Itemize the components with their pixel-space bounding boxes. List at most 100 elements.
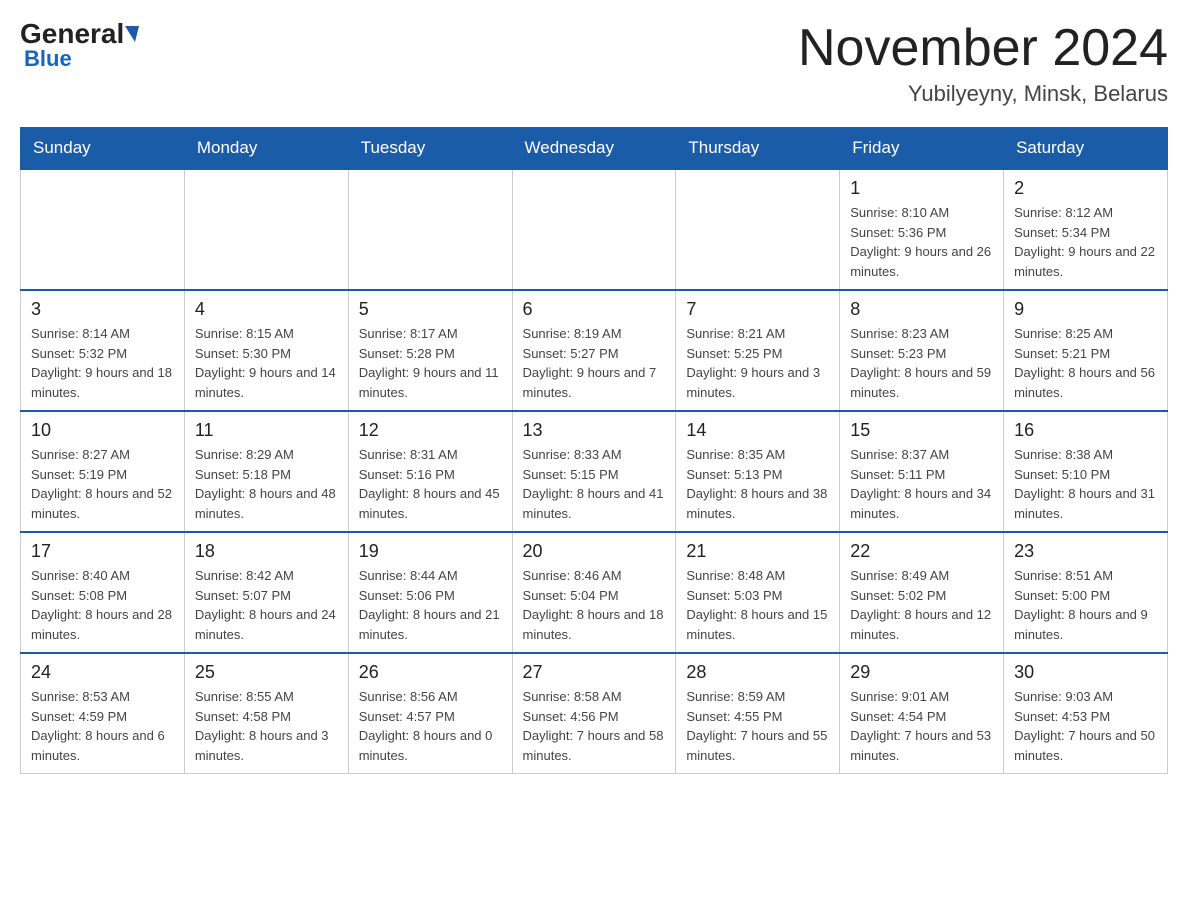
day-number: 11: [195, 420, 338, 441]
day-number: 16: [1014, 420, 1157, 441]
day-number: 23: [1014, 541, 1157, 562]
calendar-cell: 20 Sunrise: 8:46 AM Sunset: 5:04 PM Dayli…: [512, 532, 676, 653]
day-info: Sunrise: 8:31 AM Sunset: 5:16 PM Dayligh…: [359, 445, 502, 523]
calendar-cell: 8Sunrise: 8:23 AM Sunset: 5:23 PM Daylig…: [840, 290, 1004, 411]
day-number: 26: [359, 662, 502, 683]
day-info: Sunrise: 8:42 AM Sunset: 5:07 PM Dayligh…: [195, 566, 338, 644]
day-number: 18: [195, 541, 338, 562]
calendar-cell: 3 Sunrise: 8:14 AM Sunset: 5:32 PM Daylig…: [21, 290, 185, 411]
calendar-cell: 29 Sunrise: 9:01 AM Sunset: 4:54 PM Dayli…: [840, 653, 1004, 774]
location: Yubilyeyny, Minsk, Belarus: [798, 81, 1168, 107]
day-number: 27: [523, 662, 666, 683]
calendar-table: SundayMondayTuesdayWednesdayThursdayFrid…: [20, 127, 1168, 774]
calendar-cell: 26Sunrise: 8:56 AM Sunset: 4:57 PM Dayli…: [348, 653, 512, 774]
day-number: 14: [686, 420, 829, 441]
day-info: Sunrise: 8:15 AM Sunset: 5:30 PM Dayligh…: [195, 324, 338, 402]
day-info: Sunrise: 8:19 AM Sunset: 5:27 PM Dayligh…: [523, 324, 666, 402]
week-row-5: 24 Sunrise: 8:53 AM Sunset: 4:59 PM Dayli…: [21, 653, 1168, 774]
day-number: 7: [686, 299, 829, 320]
calendar-cell: 15 Sunrise: 8:37 AM Sunset: 5:11 PM Dayli…: [840, 411, 1004, 532]
calendar-cell: 14 Sunrise: 8:35 AM Sunset: 5:13 PM Dayli…: [676, 411, 840, 532]
calendar-cell: 7 Sunrise: 8:21 AM Sunset: 5:25 PM Daylig…: [676, 290, 840, 411]
day-info: Sunrise: 8:46 AM Sunset: 5:04 PM Dayligh…: [523, 566, 666, 644]
calendar-cell: 16 Sunrise: 8:38 AM Sunset: 5:10 PM Dayli…: [1004, 411, 1168, 532]
day-info: Sunrise: 8:53 AM Sunset: 4:59 PM Dayligh…: [31, 687, 174, 765]
logo: General Blue: [20, 20, 139, 72]
day-info: Sunrise: 8:38 AM Sunset: 5:10 PM Dayligh…: [1014, 445, 1157, 523]
day-number: 29: [850, 662, 993, 683]
calendar-cell: 10 Sunrise: 8:27 AM Sunset: 5:19 PM Dayli…: [21, 411, 185, 532]
day-info: Sunrise: 8:59 AM Sunset: 4:55 PM Dayligh…: [686, 687, 829, 765]
calendar-cell: 17Sunrise: 8:40 AM Sunset: 5:08 PM Dayli…: [21, 532, 185, 653]
calendar-cell: [348, 169, 512, 290]
day-info: Sunrise: 8:49 AM Sunset: 5:02 PM Dayligh…: [850, 566, 993, 644]
day-number: 15: [850, 420, 993, 441]
day-info: Sunrise: 8:58 AM Sunset: 4:56 PM Dayligh…: [523, 687, 666, 765]
day-number: 4: [195, 299, 338, 320]
week-row-4: 17Sunrise: 8:40 AM Sunset: 5:08 PM Dayli…: [21, 532, 1168, 653]
day-info: Sunrise: 9:01 AM Sunset: 4:54 PM Dayligh…: [850, 687, 993, 765]
day-number: 13: [523, 420, 666, 441]
calendar-cell: 19Sunrise: 8:44 AM Sunset: 5:06 PM Dayli…: [348, 532, 512, 653]
day-number: 9: [1014, 299, 1157, 320]
day-info: Sunrise: 8:25 AM Sunset: 5:21 PM Dayligh…: [1014, 324, 1157, 402]
day-info: Sunrise: 8:27 AM Sunset: 5:19 PM Dayligh…: [31, 445, 174, 523]
day-info: Sunrise: 8:17 AM Sunset: 5:28 PM Dayligh…: [359, 324, 502, 402]
calendar-cell: 12 Sunrise: 8:31 AM Sunset: 5:16 PM Dayli…: [348, 411, 512, 532]
calendar-cell: 9 Sunrise: 8:25 AM Sunset: 5:21 PM Daylig…: [1004, 290, 1168, 411]
day-info: Sunrise: 8:55 AM Sunset: 4:58 PM Dayligh…: [195, 687, 338, 765]
calendar-cell: [676, 169, 840, 290]
page-header: General Blue November 2024 Yubilyeyny, M…: [20, 20, 1168, 107]
calendar-cell: 5Sunrise: 8:17 AM Sunset: 5:28 PM Daylig…: [348, 290, 512, 411]
weekday-header-monday: Monday: [184, 128, 348, 170]
day-number: 8: [850, 299, 993, 320]
calendar-cell: 22 Sunrise: 8:49 AM Sunset: 5:02 PM Dayli…: [840, 532, 1004, 653]
day-number: 2: [1014, 178, 1157, 199]
day-number: 12: [359, 420, 502, 441]
day-info: Sunrise: 8:12 AM Sunset: 5:34 PM Dayligh…: [1014, 203, 1157, 281]
calendar-cell: 6 Sunrise: 8:19 AM Sunset: 5:27 PM Daylig…: [512, 290, 676, 411]
month-title: November 2024: [798, 20, 1168, 77]
calendar-cell: 23 Sunrise: 8:51 AM Sunset: 5:00 PM Dayli…: [1004, 532, 1168, 653]
logo-text: General: [20, 20, 139, 48]
calendar-cell: 28Sunrise: 8:59 AM Sunset: 4:55 PM Dayli…: [676, 653, 840, 774]
weekday-header-saturday: Saturday: [1004, 128, 1168, 170]
logo-blue: Blue: [24, 46, 72, 72]
week-row-3: 10 Sunrise: 8:27 AM Sunset: 5:19 PM Dayli…: [21, 411, 1168, 532]
calendar-cell: 18 Sunrise: 8:42 AM Sunset: 5:07 PM Dayli…: [184, 532, 348, 653]
day-number: 10: [31, 420, 174, 441]
calendar-cell: 21 Sunrise: 8:48 AM Sunset: 5:03 PM Dayli…: [676, 532, 840, 653]
calendar-cell: 13 Sunrise: 8:33 AM Sunset: 5:15 PM Dayli…: [512, 411, 676, 532]
calendar-cell: 30 Sunrise: 9:03 AM Sunset: 4:53 PM Dayli…: [1004, 653, 1168, 774]
day-number: 20: [523, 541, 666, 562]
day-number: 21: [686, 541, 829, 562]
day-info: Sunrise: 8:14 AM Sunset: 5:32 PM Dayligh…: [31, 324, 174, 402]
weekday-header-row: SundayMondayTuesdayWednesdayThursdayFrid…: [21, 128, 1168, 170]
day-number: 17: [31, 541, 174, 562]
day-info: Sunrise: 8:33 AM Sunset: 5:15 PM Dayligh…: [523, 445, 666, 523]
weekday-header-wednesday: Wednesday: [512, 128, 676, 170]
day-number: 6: [523, 299, 666, 320]
calendar-cell: 11 Sunrise: 8:29 AM Sunset: 5:18 PM Dayli…: [184, 411, 348, 532]
weekday-header-friday: Friday: [840, 128, 1004, 170]
day-info: Sunrise: 8:21 AM Sunset: 5:25 PM Dayligh…: [686, 324, 829, 402]
day-info: Sunrise: 8:48 AM Sunset: 5:03 PM Dayligh…: [686, 566, 829, 644]
day-info: Sunrise: 8:10 AM Sunset: 5:36 PM Dayligh…: [850, 203, 993, 281]
week-row-2: 3 Sunrise: 8:14 AM Sunset: 5:32 PM Daylig…: [21, 290, 1168, 411]
day-number: 22: [850, 541, 993, 562]
day-number: 24: [31, 662, 174, 683]
title-block: November 2024 Yubilyeyny, Minsk, Belarus: [798, 20, 1168, 107]
calendar-cell: 24 Sunrise: 8:53 AM Sunset: 4:59 PM Dayli…: [21, 653, 185, 774]
calendar-cell: [21, 169, 185, 290]
day-info: Sunrise: 8:44 AM Sunset: 5:06 PM Dayligh…: [359, 566, 502, 644]
day-number: 30: [1014, 662, 1157, 683]
day-info: Sunrise: 9:03 AM Sunset: 4:53 PM Dayligh…: [1014, 687, 1157, 765]
calendar-cell: 4 Sunrise: 8:15 AM Sunset: 5:30 PM Daylig…: [184, 290, 348, 411]
day-info: Sunrise: 8:29 AM Sunset: 5:18 PM Dayligh…: [195, 445, 338, 523]
day-number: 3: [31, 299, 174, 320]
calendar-cell: 1Sunrise: 8:10 AM Sunset: 5:36 PM Daylig…: [840, 169, 1004, 290]
calendar-cell: 25Sunrise: 8:55 AM Sunset: 4:58 PM Dayli…: [184, 653, 348, 774]
day-info: Sunrise: 8:51 AM Sunset: 5:00 PM Dayligh…: [1014, 566, 1157, 644]
day-info: Sunrise: 8:37 AM Sunset: 5:11 PM Dayligh…: [850, 445, 993, 523]
day-info: Sunrise: 8:35 AM Sunset: 5:13 PM Dayligh…: [686, 445, 829, 523]
